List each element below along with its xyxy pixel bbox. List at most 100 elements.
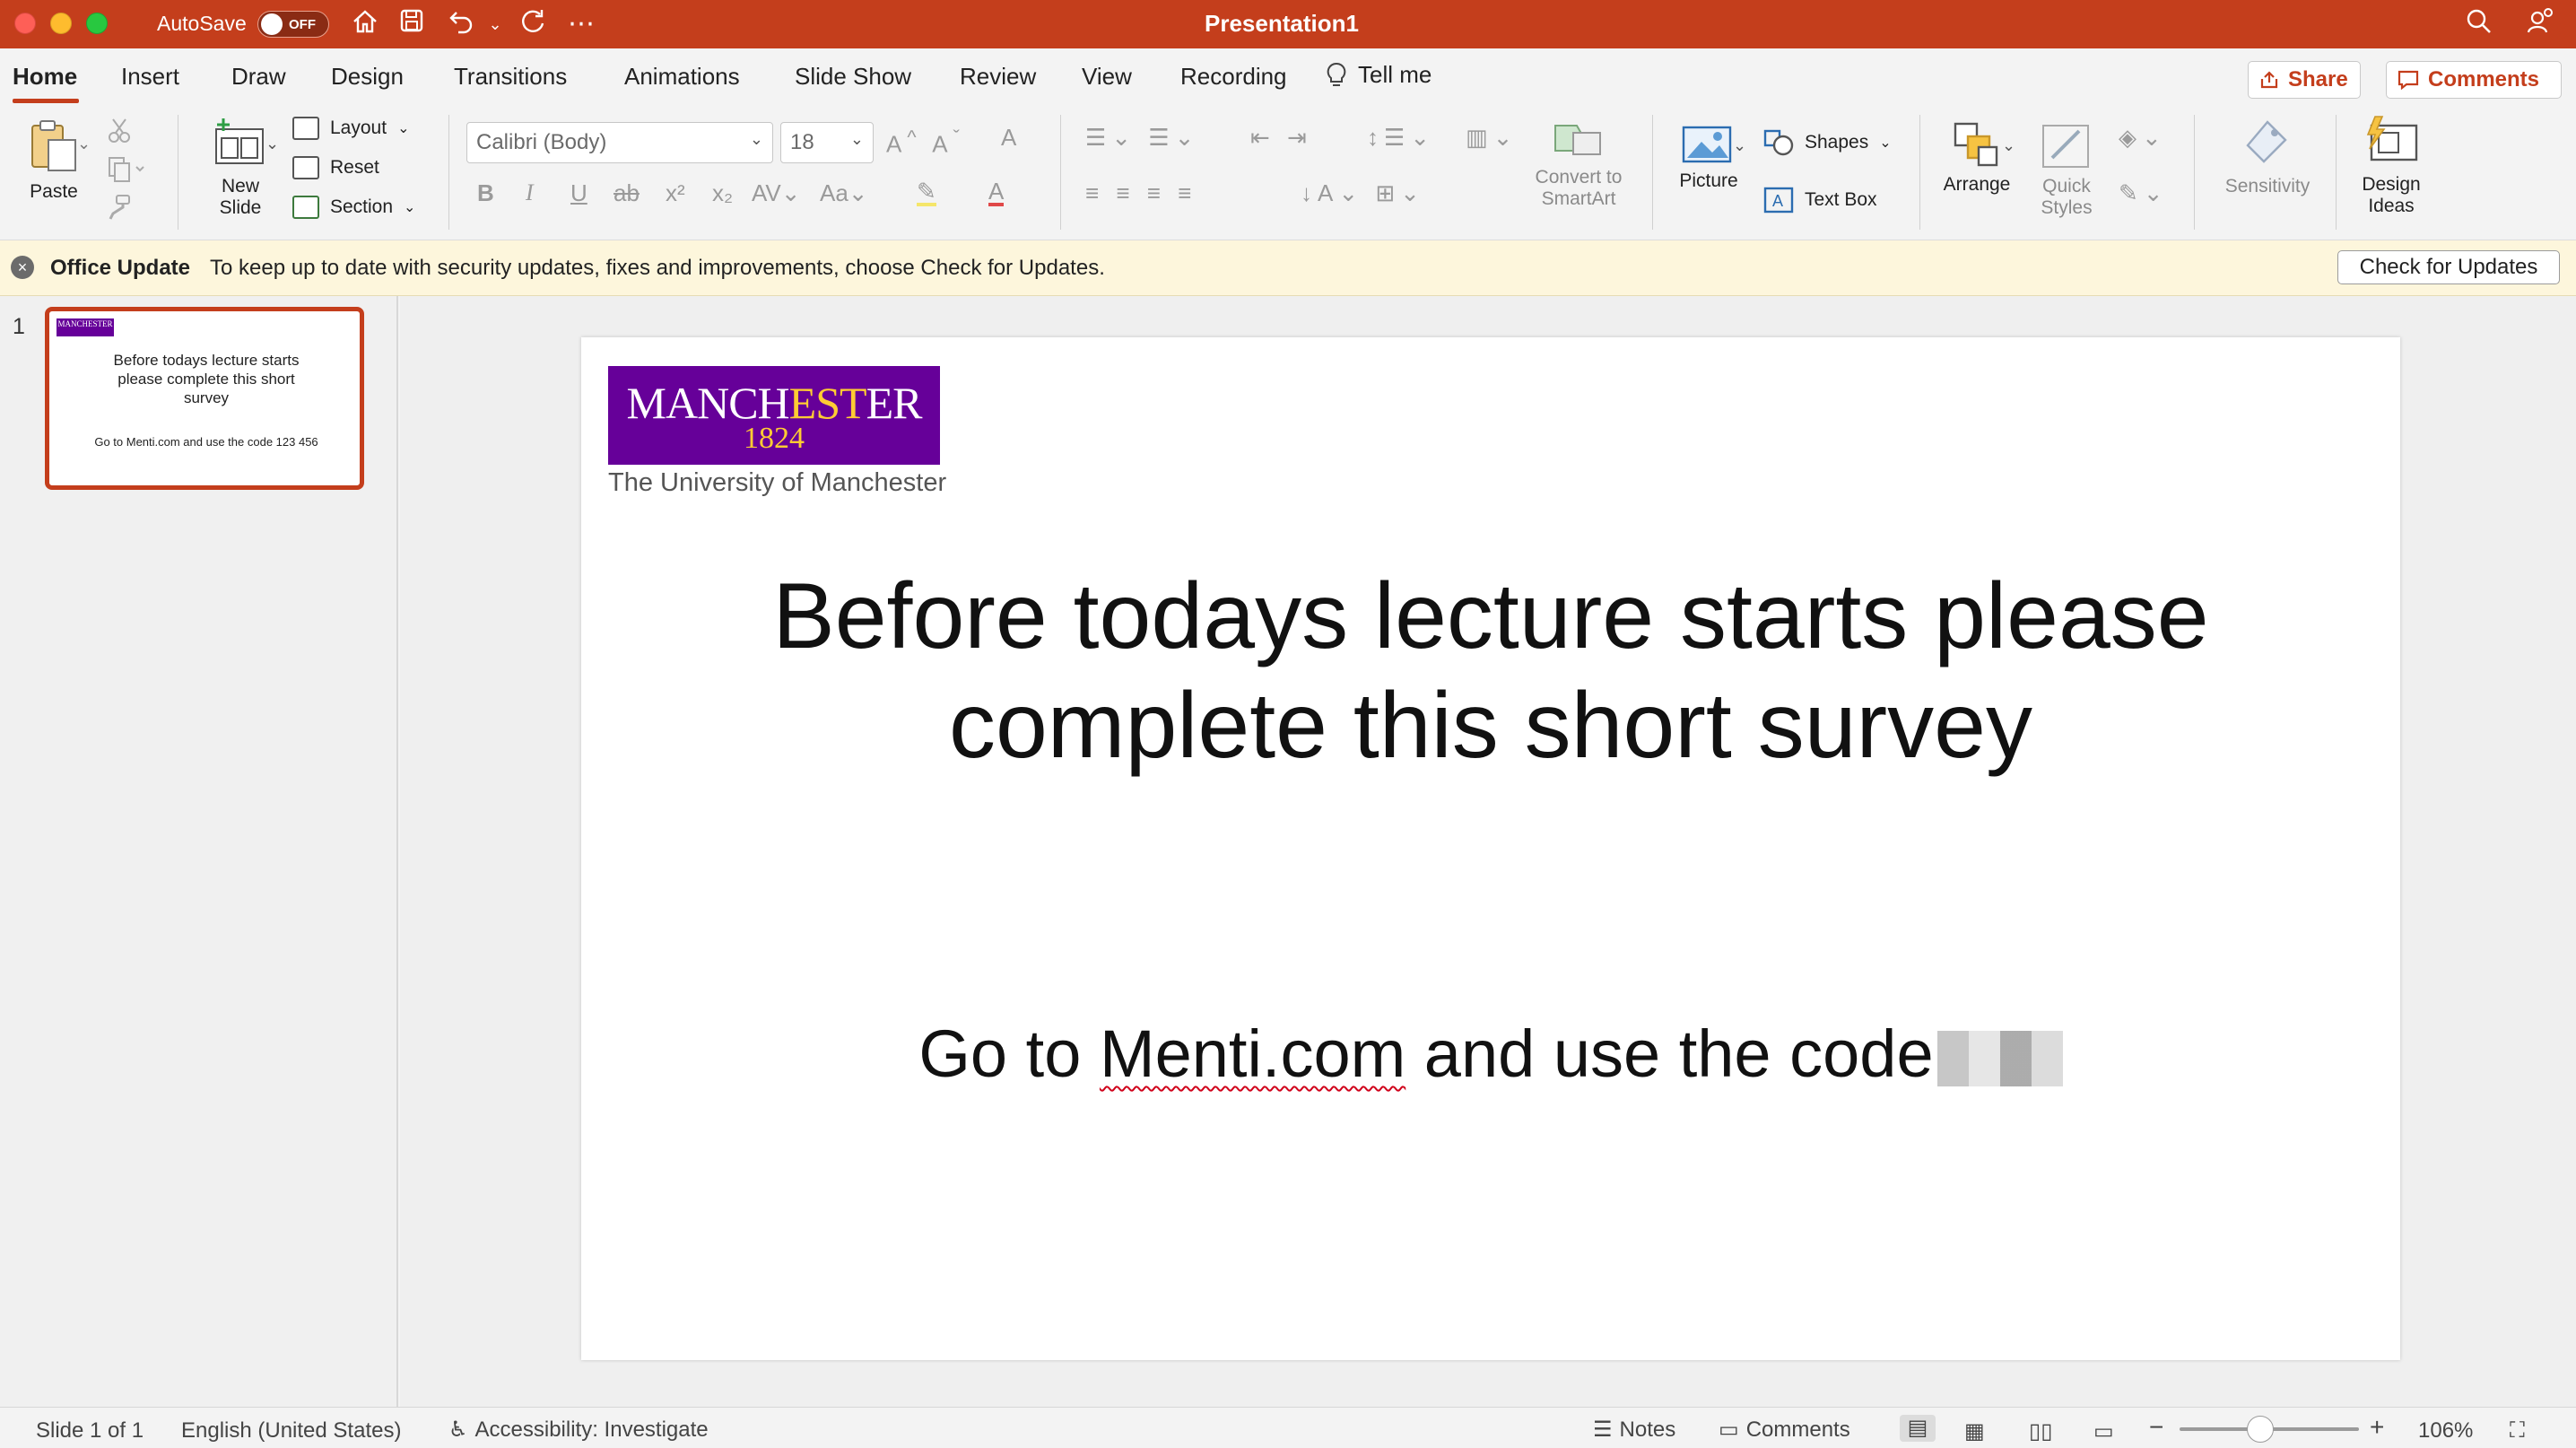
tell-me-label: Tell me <box>1358 61 1432 88</box>
highlight-color-icon[interactable]: ✎ <box>917 179 936 206</box>
bold-icon[interactable]: B <box>477 179 494 207</box>
tab-design[interactable]: Design <box>331 63 404 91</box>
italic-icon[interactable]: I <box>526 179 534 206</box>
slide-title[interactable]: Before todays lecture starts please comp… <box>725 562 2257 781</box>
slide-thumbnail[interactable]: MANCHESTER Before todays lecture starts … <box>45 307 364 490</box>
arrange-chevron-icon[interactable]: ⌄ <box>2002 136 2015 155</box>
home-icon[interactable] <box>350 7 380 41</box>
layout-icon <box>292 117 319 140</box>
shapes-button[interactable]: Shapes ⌄ <box>1763 129 1892 156</box>
notes-button[interactable]: ☰ Notes <box>1593 1417 1675 1443</box>
character-spacing-icon[interactable]: AV⌄ <box>752 179 801 207</box>
accessibility-button[interactable]: ♿ Accessibility: Investigate <box>448 1417 709 1443</box>
picture-button[interactable]: Picture <box>1667 124 1751 192</box>
columns-icon[interactable]: ▥⌄ <box>1466 124 1518 152</box>
new-slide-chevron-icon[interactable]: ⌄ <box>265 135 279 153</box>
tab-home[interactable]: Home <box>13 63 77 91</box>
underline-icon[interactable]: U <box>570 179 587 207</box>
save-icon[interactable] <box>396 7 427 41</box>
section-button[interactable]: Section ⌄ <box>292 196 415 219</box>
text-direction-icon[interactable]: ↓A⌄ ⊞⌄ <box>1301 179 1425 207</box>
superscript-icon[interactable]: x² <box>666 179 685 207</box>
shape-fill-icon[interactable]: ◈⌄ <box>2119 124 2167 152</box>
subscript-icon[interactable]: x₂ <box>712 179 733 207</box>
undo-icon[interactable] <box>447 7 477 41</box>
new-slide-label-line2: Slide <box>219 197 262 218</box>
convert-smartart-line1: Convert to <box>1535 167 1623 188</box>
minimize-window-button[interactable] <box>50 13 72 34</box>
design-ideas-button[interactable]: Design Ideas <box>2346 115 2436 217</box>
text-box-button[interactable]: A Text Box <box>1763 187 1877 214</box>
dismiss-update-icon[interactable]: × <box>11 256 34 279</box>
tab-review[interactable]: Review <box>960 63 1036 91</box>
slide-sorter-view-icon[interactable]: ▦ <box>1964 1418 1985 1444</box>
fit-to-window-icon[interactable]: ⛶ <box>2510 1418 2525 1444</box>
quick-styles-line2: Styles <box>2041 197 2093 218</box>
search-icon[interactable] <box>2463 7 2495 41</box>
line-spacing-icon[interactable]: ↕☰⌄ <box>1367 124 1435 152</box>
font-size-select[interactable]: 18 ⌄ <box>780 122 874 163</box>
picture-chevron-icon[interactable]: ⌄ <box>1733 136 1746 155</box>
more-options-icon[interactable]: ⋯ <box>565 7 597 41</box>
redo-icon[interactable] <box>517 7 549 41</box>
status-comments-label: Comments <box>1745 1417 1850 1442</box>
current-slide[interactable]: MANCHESTER 1824 The University of Manche… <box>581 337 2400 1360</box>
reset-button[interactable]: Reset <box>292 156 379 179</box>
paste-button[interactable]: Paste <box>16 117 91 203</box>
slide-show-view-icon[interactable]: ▭ <box>2093 1418 2114 1444</box>
tab-tell-me[interactable]: Tell me <box>1326 61 1432 89</box>
font-color-icon[interactable]: A <box>988 179 1005 206</box>
reading-view-icon[interactable]: ▯▯ <box>2029 1418 2052 1444</box>
sensitivity-button[interactable]: Sensitivity <box>2212 117 2323 197</box>
arrange-button[interactable]: Arrange <box>1934 120 2020 196</box>
shape-outline-icon[interactable]: ✎⌄ <box>2119 179 2169 207</box>
font-grow-shrink-icons[interactable]: A^ Aˇ <box>886 126 965 159</box>
account-icon[interactable] <box>2524 7 2556 41</box>
close-window-button[interactable] <box>14 13 36 34</box>
convert-smartart-line2: SmartArt <box>1541 188 1616 209</box>
tab-draw[interactable]: Draw <box>231 63 286 91</box>
language-indicator[interactable]: English (United States) <box>181 1418 401 1444</box>
tab-insert[interactable]: Insert <box>121 63 179 91</box>
comments-button[interactable]: Comments <box>2386 61 2562 99</box>
zoom-level[interactable]: 106% <box>2418 1418 2473 1444</box>
share-button[interactable]: Share <box>2248 61 2361 99</box>
quick-styles-icon <box>2042 125 2089 168</box>
indent-icons[interactable]: ⇤ ⇥ <box>1250 124 1312 152</box>
design-ideas-line2: Ideas <box>2368 196 2415 216</box>
tab-animations[interactable]: Animations <box>624 63 740 91</box>
bullets-icon[interactable]: ☰⌄ ☰⌄ <box>1085 124 1199 152</box>
zoom-out-icon[interactable]: − <box>2149 1413 2163 1442</box>
tab-transitions[interactable]: Transitions <box>454 63 567 91</box>
zoom-slider-handle[interactable] <box>2247 1416 2274 1443</box>
copy-icon[interactable] <box>106 156 145 183</box>
format-painter-icon[interactable] <box>106 194 133 221</box>
tab-slide-show[interactable]: Slide Show <box>795 63 911 91</box>
accessibility-label: Accessibility: Investigate <box>474 1417 709 1442</box>
zoom-window-button[interactable] <box>86 13 108 34</box>
layout-button[interactable]: Layout ⌄ <box>292 117 409 140</box>
font-name-select[interactable]: Calibri (Body) ⌄ <box>466 122 773 163</box>
zoom-in-icon[interactable]: + <box>2370 1413 2384 1442</box>
status-bar: Slide 1 of 1 English (United States) ♿ A… <box>0 1407 2576 1448</box>
strikethrough-icon[interactable]: ab <box>614 179 640 207</box>
new-slide-button[interactable]: New Slide <box>197 117 283 219</box>
alignment-icons[interactable]: ≡ ≡ ≡ ≡ <box>1085 179 1197 207</box>
slide-subtitle[interactable]: Go to Menti.com and use the code <box>581 1016 2400 1092</box>
tab-view[interactable]: View <box>1082 63 1132 91</box>
logo-university-name: The University of Manchester <box>608 468 947 497</box>
convert-smartart-button[interactable]: Convert to SmartArt <box>1525 117 1632 210</box>
normal-view-icon[interactable]: ▤ <box>1900 1415 1936 1442</box>
clear-formatting-icon[interactable]: A <box>1001 124 1022 152</box>
autosave-toggle[interactable]: OFF <box>257 11 329 38</box>
quick-styles-button[interactable]: Quick Styles <box>2029 120 2104 219</box>
cut-icon[interactable] <box>106 117 133 144</box>
paste-options-chevron-icon[interactable]: ⌄ <box>77 135 91 153</box>
status-comments-button[interactable]: ▭ Comments <box>1719 1417 1850 1443</box>
university-logo: MANCHESTER 1824 <box>608 366 940 465</box>
undo-dropdown-chevron-icon[interactable]: ⌄ <box>486 7 504 41</box>
slide-indicator: Slide 1 of 1 <box>36 1418 144 1443</box>
check-for-updates-button[interactable]: Check for Updates <box>2337 250 2560 284</box>
tab-recording[interactable]: Recording <box>1180 63 1287 91</box>
change-case-icon[interactable]: Aa⌄ <box>820 179 868 207</box>
